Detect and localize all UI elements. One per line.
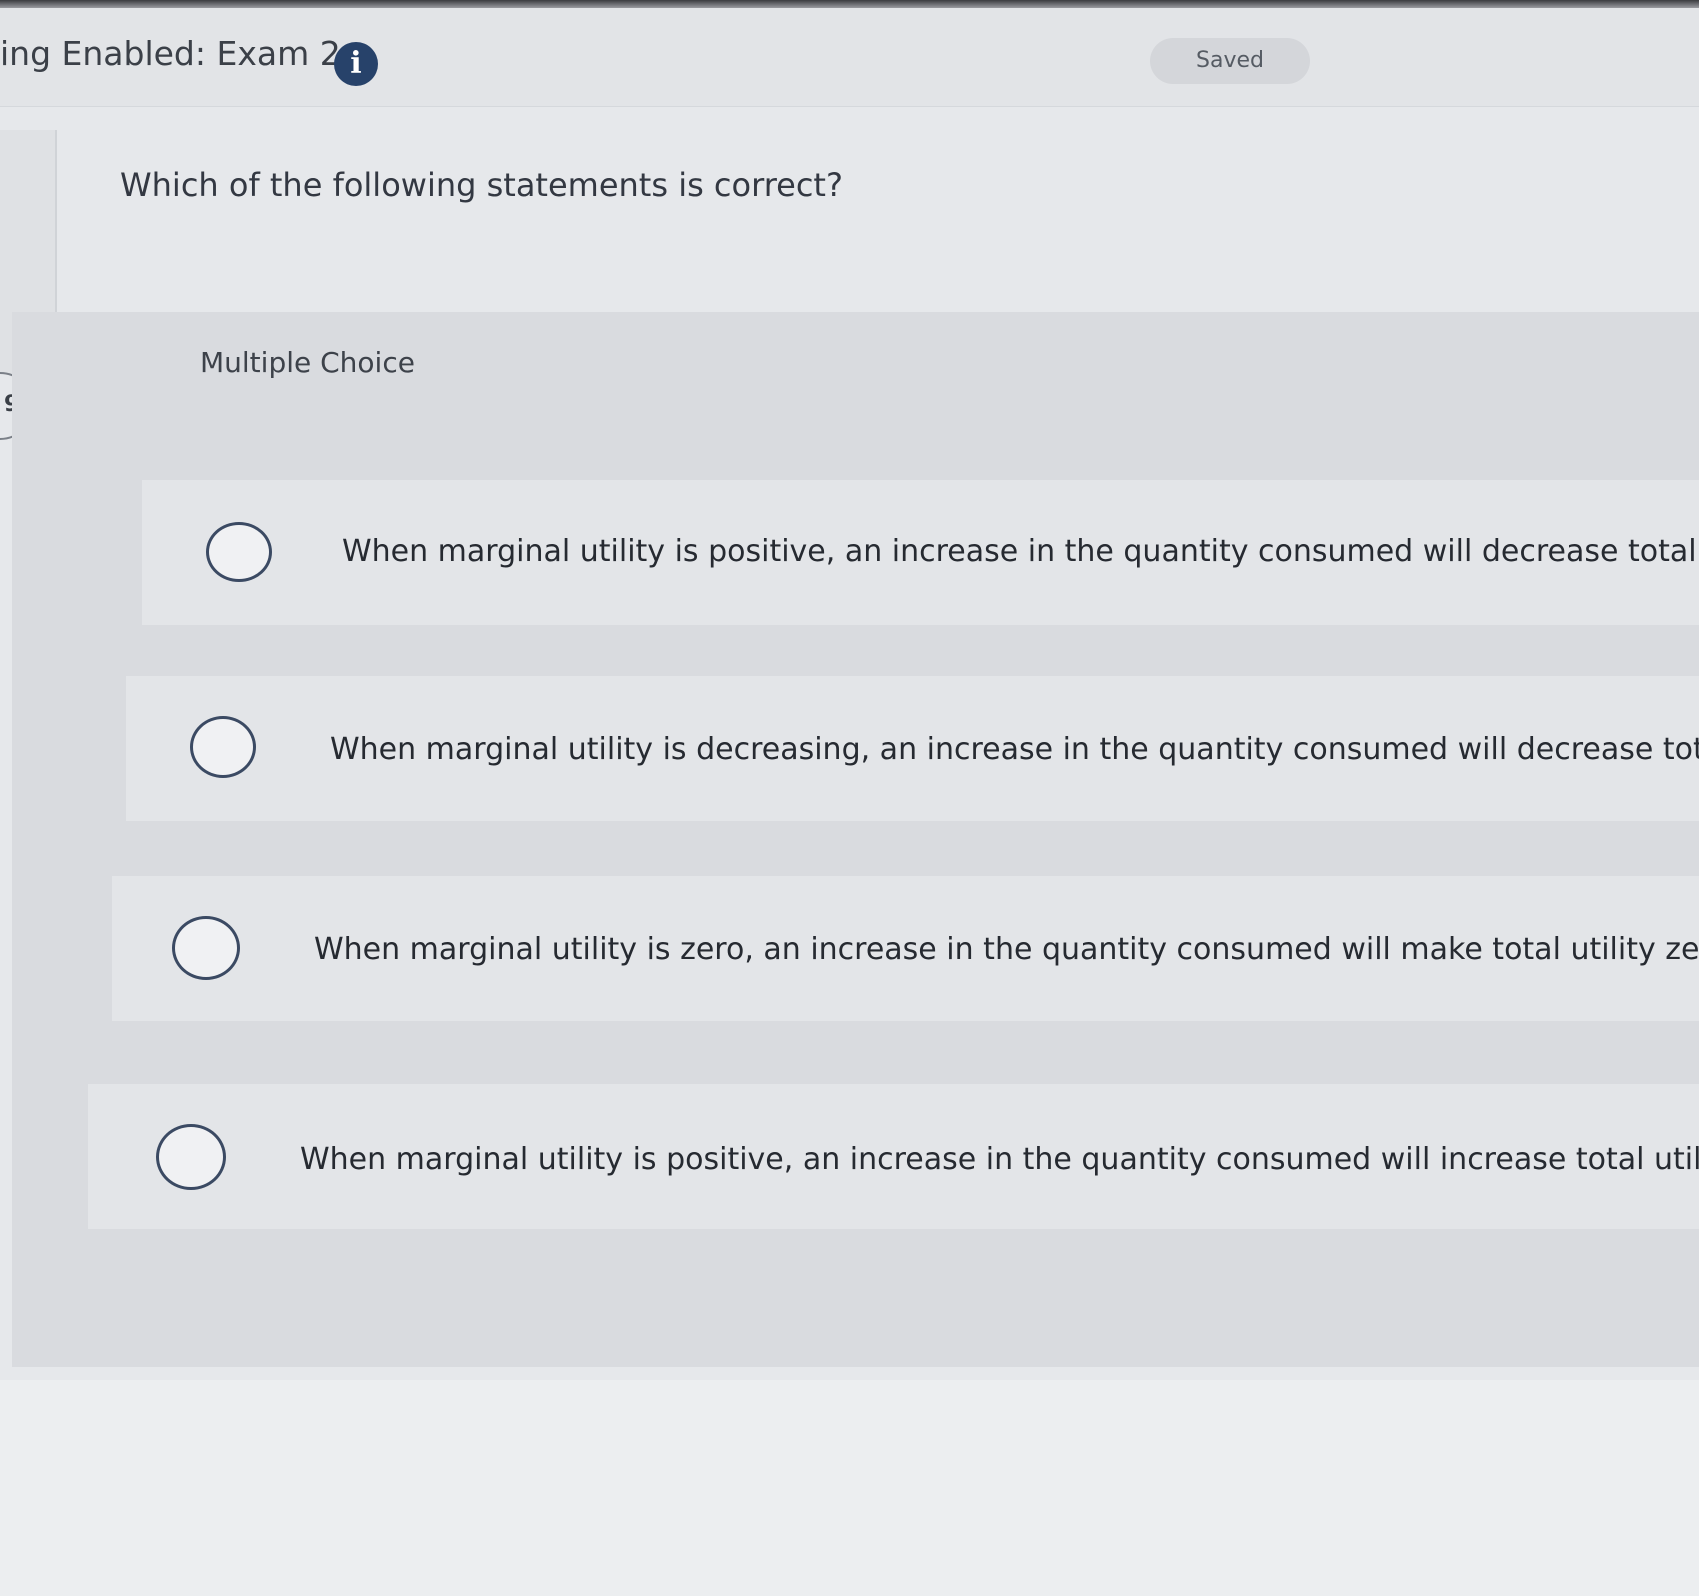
answer-option-4[interactable]: When marginal utility is positive, an in… [88, 1084, 1699, 1229]
info-icon[interactable]: i [334, 42, 378, 86]
answer-option-text: When marginal utility is zero, an increa… [314, 932, 1699, 967]
radio-button[interactable] [172, 916, 240, 980]
saved-status-badge: Saved [1150, 38, 1310, 84]
answer-option-2[interactable]: When marginal utility is decreasing, an … [126, 676, 1699, 821]
exam-title: ing Enabled: Exam 2 [0, 34, 341, 73]
answer-option-text: When marginal utility is positive, an in… [342, 534, 1699, 569]
exam-header: ing Enabled: Exam 2 i Saved [0, 8, 1699, 107]
radio-button[interactable] [190, 716, 256, 778]
radio-button[interactable] [156, 1124, 226, 1190]
answer-option-text: When marginal utility is positive, an in… [300, 1142, 1699, 1177]
page-bottom-area [0, 1380, 1699, 1596]
answer-option-3[interactable]: When marginal utility is zero, an increa… [112, 876, 1699, 1021]
question-prompt: Which of the following statements is cor… [120, 166, 843, 204]
question-type-label: Multiple Choice [200, 346, 415, 379]
answer-option-text: When marginal utility is decreasing, an … [330, 732, 1699, 767]
radio-button[interactable] [206, 522, 272, 582]
answer-option-1[interactable]: When marginal utility is positive, an in… [142, 480, 1699, 625]
screen-top-edge [0, 0, 1699, 8]
